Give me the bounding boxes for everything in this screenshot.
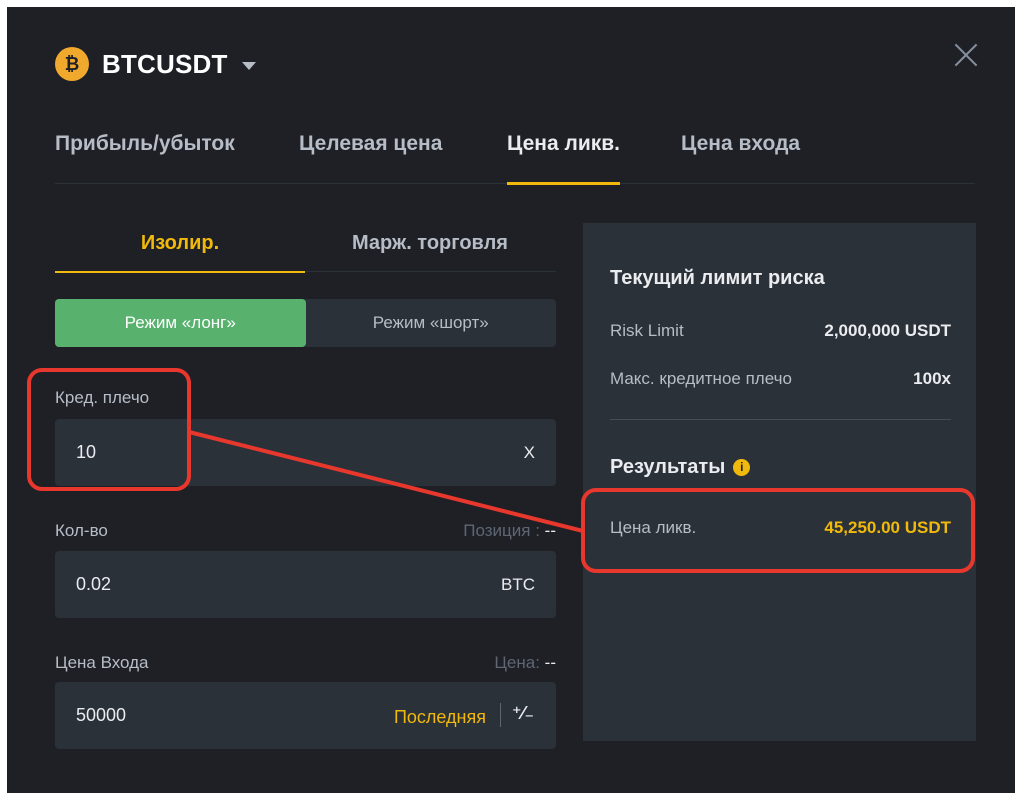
- position-hint: Позиция : --: [463, 521, 556, 541]
- entry-price-label: Цена Входа: [55, 653, 149, 672]
- liquidation-price-row: Цена ликв. 45,250.00 USDT: [610, 518, 951, 538]
- symbol-selector[interactable]: ₿ BTCUSDT: [55, 42, 256, 86]
- tab-entry-price[interactable]: Цена входа: [681, 132, 800, 184]
- liquidation-price-value: 45,250.00 USDT: [824, 518, 951, 537]
- max-leverage-row: Макс. кредитное плечо 100x: [610, 369, 951, 389]
- results-title-text: Результаты: [610, 456, 726, 478]
- price-hint-label: Цена:: [494, 653, 540, 672]
- leverage-label: Кред. плечо: [55, 388, 150, 407]
- quantity-field[interactable]: 0.02 BTC: [55, 551, 556, 618]
- risk-limit-title: Текущий лимит риска: [610, 267, 825, 289]
- margin-mode-tabs: Изолир. Марж. торговля: [55, 222, 556, 273]
- results-title: Результаты i: [610, 456, 751, 479]
- max-leverage-value: 100x: [913, 369, 951, 388]
- chevron-down-icon[interactable]: [241, 62, 256, 70]
- risk-limit-value: 2,000,000 USDT: [824, 321, 951, 340]
- short-mode-button[interactable]: Режим «шорт»: [306, 299, 557, 347]
- calculator-tabs: Прибыль/убыток Целевая цена Цена ликв. Ц…: [55, 132, 975, 185]
- entry-price-field[interactable]: 50000 Последняя ⁺⁄₋: [55, 682, 556, 749]
- plus-minus-icon[interactable]: ⁺⁄₋: [512, 703, 534, 724]
- symbol-name[interactable]: BTCUSDT: [102, 49, 228, 80]
- long-mode-button[interactable]: Режим «лонг»: [55, 299, 306, 347]
- risk-limit-row: Risk Limit 2,000,000 USDT: [610, 321, 951, 341]
- risk-limit-key: Risk Limit: [610, 321, 684, 340]
- leverage-unit: X: [523, 443, 535, 462]
- last-price-button[interactable]: Последняя: [394, 707, 486, 728]
- quantity-label: Кол-во: [55, 521, 108, 540]
- tab-isolated[interactable]: Изолир.: [55, 232, 305, 273]
- calculator-dialog: ₿ BTCUSDT Прибыль/убыток Целевая цена Це…: [7, 7, 1015, 793]
- tab-pnl[interactable]: Прибыль/убыток: [55, 132, 235, 184]
- input-panel: Изолир. Марж. торговля Режим «лонг» Режи…: [55, 222, 556, 749]
- close-icon[interactable]: [951, 40, 981, 70]
- divider: [610, 419, 951, 420]
- liquidation-price-key: Цена ликв.: [610, 518, 697, 537]
- tab-target-price[interactable]: Целевая цена: [299, 132, 442, 184]
- quantity-value[interactable]: 0.02: [76, 574, 111, 595]
- tab-cross[interactable]: Марж. торговля: [305, 232, 555, 272]
- max-leverage-key: Макс. кредитное плечо: [610, 369, 792, 388]
- leverage-value[interactable]: 10: [76, 442, 96, 463]
- divider: [500, 703, 501, 727]
- info-icon[interactable]: i: [733, 459, 751, 476]
- price-hint-value: --: [544, 653, 556, 672]
- position-side-toggle: Режим «лонг» Режим «шорт»: [55, 299, 556, 347]
- price-hint: Цена: --: [494, 653, 556, 673]
- leverage-field[interactable]: 10 X: [55, 419, 556, 486]
- results-panel: Текущий лимит риска Risk Limit 2,000,000…: [583, 223, 976, 741]
- quantity-unit: BTC: [501, 575, 535, 594]
- position-hint-label: Позиция :: [463, 521, 540, 540]
- position-hint-value: --: [544, 521, 556, 540]
- tab-liquidation-price[interactable]: Цена ликв.: [507, 132, 620, 185]
- entry-price-value[interactable]: 50000: [76, 705, 126, 726]
- bitcoin-icon: ₿: [55, 47, 89, 81]
